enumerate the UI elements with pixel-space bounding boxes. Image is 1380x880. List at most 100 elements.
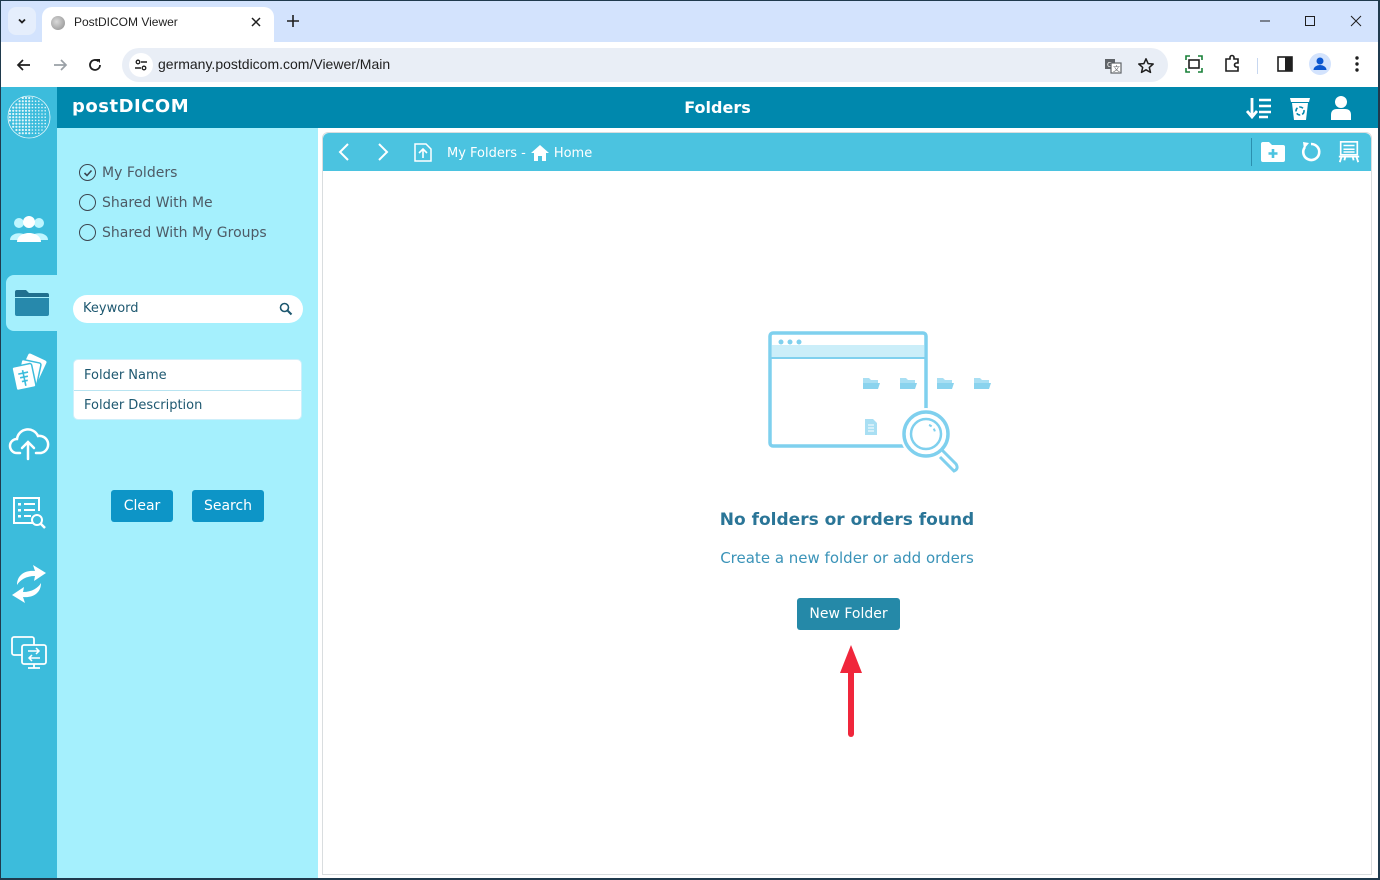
logo-dot — [34, 110, 37, 112]
logo-dot — [31, 116, 34, 118]
keyword-input[interactable] — [83, 301, 273, 316]
logo-dot — [34, 113, 37, 115]
side-nav-folders[interactable] — [6, 275, 58, 331]
empty-state-subtitle: Create a new folder or add orders — [720, 549, 974, 567]
logo-dot — [28, 96, 31, 100]
screen-capture-icon — [1185, 55, 1203, 73]
refresh-icon — [1301, 142, 1321, 162]
radio-unchecked-icon — [79, 224, 96, 241]
browser-toolbar: germany.postdicom.com/Viewer/Main G文 — [1, 42, 1378, 87]
check-icon — [83, 169, 92, 177]
address-bar[interactable]: germany.postdicom.com/Viewer/Main G文 — [122, 48, 1168, 82]
logo-dot — [15, 119, 18, 122]
side-nav-sync[interactable] — [5, 560, 53, 608]
logo-dot — [12, 119, 15, 122]
refresh-button[interactable] — [1299, 140, 1323, 164]
puzzle-icon — [1225, 54, 1239, 72]
logo-dot — [15, 116, 18, 119]
bookmark-button[interactable] — [1135, 55, 1157, 77]
filter-panel: My Folders Shared With Me Shared With My… — [57, 128, 318, 878]
order-settings-button[interactable] — [1337, 140, 1361, 164]
side-nav-studies[interactable] — [5, 349, 53, 397]
logo-dot — [24, 128, 28, 132]
nav-forward-button[interactable] — [371, 140, 395, 164]
logo-dot — [12, 125, 15, 128]
profile-button[interactable] — [1308, 52, 1332, 76]
scope-option-shared-with-me[interactable]: Shared With Me — [79, 194, 213, 211]
forward-button[interactable] — [45, 50, 75, 80]
logo-dot — [44, 106, 46, 109]
add-folder-button[interactable] — [1259, 140, 1287, 164]
translate-button[interactable]: G文 — [1102, 55, 1124, 77]
logo-dot — [18, 128, 21, 132]
page-title: Folders — [684, 98, 751, 117]
maximize-button[interactable] — [1297, 9, 1323, 33]
logo-dot — [31, 122, 34, 125]
logo-dot — [24, 96, 28, 100]
new-folder-button[interactable]: New Folder — [797, 598, 900, 630]
field-folder-description[interactable]: Folder Description — [74, 390, 301, 420]
logo-dot — [18, 103, 21, 106]
logo-dot — [24, 122, 28, 125]
logo-dot — [12, 106, 15, 109]
scope-option-my-folders[interactable]: My Folders — [79, 164, 177, 181]
search-button[interactable]: Search — [192, 490, 264, 522]
toolbar-divider — [1257, 58, 1258, 74]
logo-dot — [28, 106, 31, 109]
translate-icon: G文 — [1105, 59, 1122, 74]
logo-dot — [41, 119, 43, 122]
logo-dot — [24, 103, 28, 106]
chevron-left-icon — [338, 143, 349, 161]
users-icon — [10, 216, 48, 242]
back-button[interactable] — [9, 50, 39, 80]
browser-tab[interactable]: PostDICOM Viewer — [42, 7, 274, 42]
screenshot-button[interactable] — [1182, 52, 1206, 76]
logo-dot — [44, 119, 46, 122]
side-panel-button[interactable] — [1273, 52, 1297, 76]
recycle-bin-button[interactable] — [1287, 95, 1313, 121]
tab-search-button[interactable] — [8, 7, 36, 35]
logo-dot — [8, 109, 12, 112]
side-nav-upload[interactable] — [5, 419, 53, 467]
logo-dot — [15, 103, 18, 106]
logo-dot — [31, 97, 34, 99]
scope-option-label: My Folders — [102, 164, 178, 181]
site-settings-button[interactable] — [129, 53, 153, 77]
logo-dot — [21, 119, 24, 122]
extensions-button[interactable] — [1220, 52, 1244, 76]
side-nav-patients[interactable] — [5, 205, 53, 253]
folders-content: My Folders - Home No folders or orders f… — [322, 132, 1372, 875]
sort-button[interactable] — [1246, 95, 1272, 121]
logo-dot — [24, 125, 28, 128]
scope-option-shared-with-my-groups[interactable]: Shared With My Groups — [79, 224, 267, 241]
reload-button[interactable] — [80, 50, 110, 80]
logo-dot — [18, 100, 21, 103]
user-account-button[interactable] — [1328, 95, 1354, 121]
logo-dot — [21, 112, 24, 116]
logo-dot — [38, 122, 40, 125]
side-nav-transfer[interactable] — [5, 629, 53, 677]
side-nav-search-list[interactable] — [5, 489, 53, 537]
breadcrumb-root[interactable]: My Folders - — [447, 146, 526, 161]
new-tab-button[interactable] — [282, 10, 304, 32]
dicom-files-icon — [11, 353, 47, 392]
field-folder-name[interactable]: Folder Name — [74, 360, 301, 390]
logo-dot — [28, 116, 31, 119]
logo-dot — [18, 122, 21, 125]
profile-icon — [1309, 53, 1331, 75]
nav-up-button[interactable] — [411, 140, 435, 164]
logo-dot — [12, 116, 15, 119]
breadcrumb-current[interactable]: Home — [554, 146, 592, 161]
menu-button[interactable] — [1345, 52, 1369, 76]
tab-close-button[interactable] — [246, 12, 266, 32]
minimize-button[interactable] — [1252, 9, 1278, 33]
logo-dot — [21, 106, 24, 109]
clear-button[interactable]: Clear — [111, 490, 173, 522]
nav-back-button[interactable] — [332, 140, 356, 164]
search-icon[interactable] — [278, 301, 294, 317]
arrow-left-icon — [16, 59, 30, 71]
url-text[interactable]: germany.postdicom.com/Viewer/Main — [158, 56, 390, 72]
recycle-bin-icon — [1290, 98, 1310, 120]
logo-dot — [31, 103, 34, 106]
close-window-button[interactable] — [1343, 9, 1369, 33]
